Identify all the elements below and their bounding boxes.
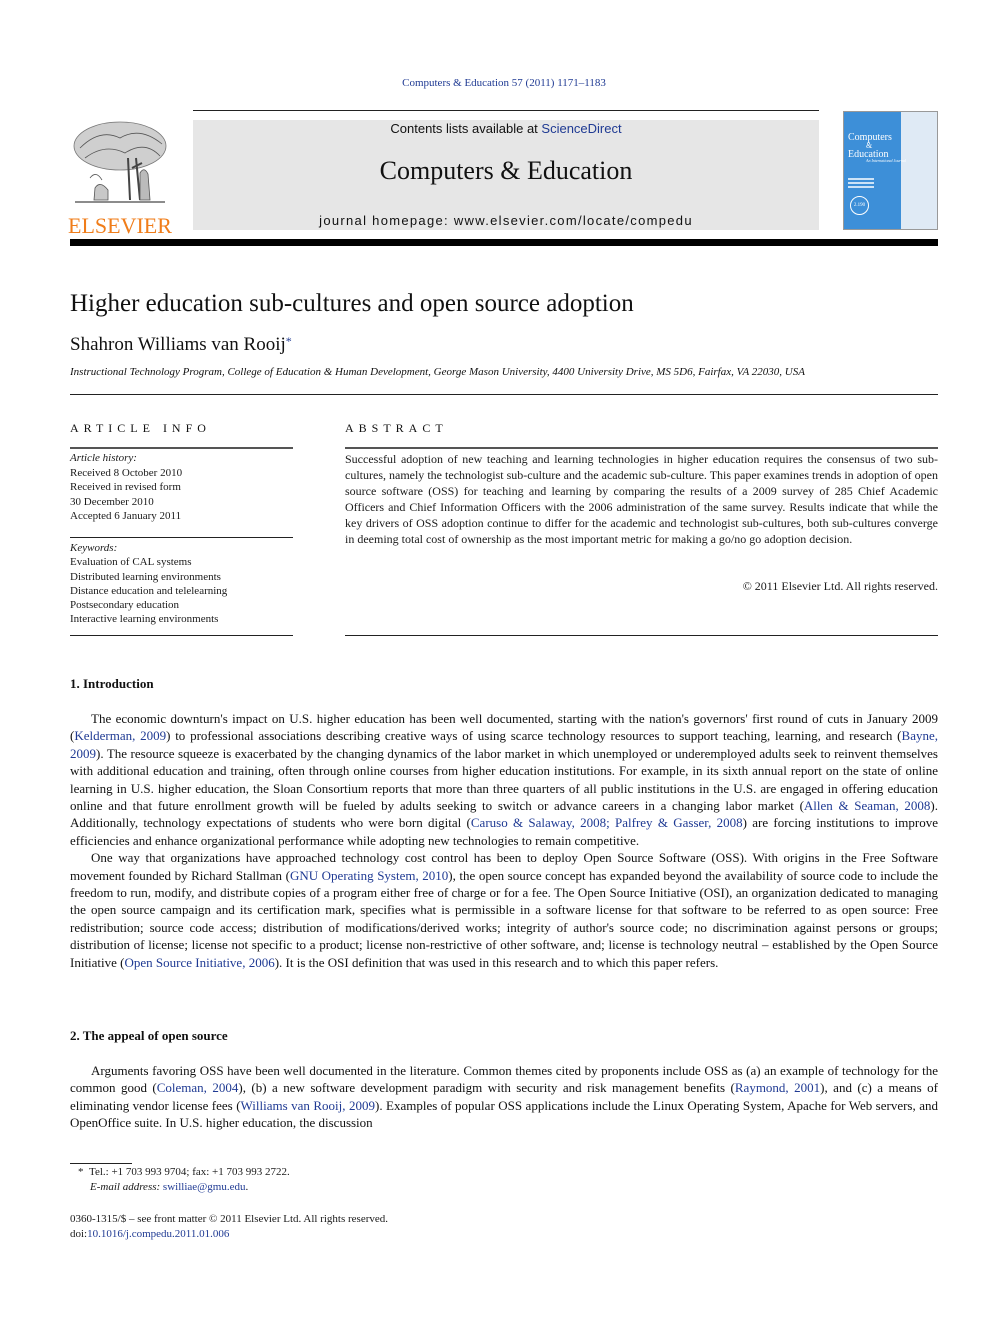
email-link[interactable]: swilliae@gmu.edu xyxy=(163,1181,246,1193)
abstract-copyright: © 2011 Elsevier Ltd. All rights reserved… xyxy=(742,579,938,593)
article-history-label: Article history: xyxy=(70,452,137,464)
journal-title: Computers & Education xyxy=(379,156,633,185)
keyword-item: Distance education and telelearning xyxy=(70,584,228,597)
sciencedirect-link[interactable]: ScienceDirect xyxy=(541,121,621,136)
author-footnote-mark[interactable]: * xyxy=(286,334,292,348)
citation-link[interactable]: Allen & Seaman, 2008 xyxy=(804,798,930,813)
homepage-prefix: journal homepage: xyxy=(319,213,454,228)
elsevier-logo[interactable]: ELSEVIER xyxy=(68,118,172,238)
text-run: ), (b) a new software development paradi… xyxy=(238,1080,735,1096)
citation-link[interactable]: Kelderman, 2009 xyxy=(74,728,166,743)
citation-link[interactable]: Williams van Rooij, 2009 xyxy=(241,1098,375,1113)
front-matter: 0360-1315/$ – see front matter © 2011 El… xyxy=(70,1212,388,1242)
keyword-item: Postsecondary education xyxy=(70,599,180,612)
history-entry: Received 8 October 2010 xyxy=(70,466,183,479)
elsevier-wordmark: ELSEVIER xyxy=(68,213,172,238)
citation-link[interactable]: Open Source Initiative, 2006 xyxy=(125,955,275,970)
section-heading-appeal: 2. The appeal of open source xyxy=(70,1028,228,1043)
article-history: Article history: Received 8 October 2010… xyxy=(70,451,293,524)
history-entry: 30 December 2010 xyxy=(70,495,154,508)
header-thick-rule xyxy=(70,239,938,246)
keyword-item: Evaluation of CAL systems xyxy=(70,556,192,569)
section-body-appeal: Arguments favoring OSS have been well do… xyxy=(70,1062,938,1132)
abstract-heading: ABSTRACT xyxy=(345,421,448,435)
citation-link[interactable]: Raymond, 2001 xyxy=(735,1080,820,1095)
keywords-label: Keywords: xyxy=(70,542,118,554)
homepage-line: journal homepage: www.elsevier.com/locat… xyxy=(193,213,819,228)
section-body-introduction: The economic downturn's impact on U.S. h… xyxy=(70,710,938,971)
author-name: Shahron Williams van Rooij xyxy=(70,334,286,355)
issn-line: 0360-1315/$ – see front matter © 2011 El… xyxy=(70,1213,389,1225)
paragraph: The economic downturn's impact on U.S. h… xyxy=(70,710,938,849)
article-info-heading: ARTICLE INFO xyxy=(70,421,211,435)
section-heading-introduction: 1. Introduction xyxy=(70,676,154,691)
paragraph: One way that organizations have approach… xyxy=(70,849,938,971)
paragraph: Arguments favoring OSS have been well do… xyxy=(70,1062,938,1132)
keyword-item: Distributed learning environments xyxy=(70,570,221,583)
contents-line: Contents lists available at ScienceDirec… xyxy=(193,121,819,136)
cover-editor-lines xyxy=(848,178,874,190)
author-footnote: * Tel.: +1 703 993 9704; fax: +1 703 993… xyxy=(78,1165,290,1195)
footnote-contact: * Tel.: +1 703 993 9704; fax: +1 703 993… xyxy=(78,1165,290,1180)
history-entry: Accepted 6 January 2011 xyxy=(70,510,182,522)
keyword-item: Interactive learning environments xyxy=(70,613,219,626)
email-label: E-mail address: xyxy=(90,1181,163,1193)
header-rule xyxy=(193,110,819,111)
footnote-mark: * xyxy=(78,1166,84,1178)
abstract-rule xyxy=(345,447,938,449)
cover-subtitle: An International Journal xyxy=(866,158,906,163)
article-title: Higher education sub-cultures and open s… xyxy=(70,290,634,317)
author-line: Shahron Williams van Rooij* xyxy=(70,334,292,356)
journal-cover-thumbnail[interactable]: Computers & Education An International J… xyxy=(843,111,938,230)
citation-link[interactable]: Caruso & Salaway, 2008; Palfrey & Gasser… xyxy=(471,815,743,830)
footnote-rule xyxy=(70,1163,132,1164)
footnote-phone: Tel.: +1 703 993 9704; fax: +1 703 993 2… xyxy=(89,1166,290,1178)
journal-citation-link[interactable]: Computers & Education 57 (2011) 1171–118… xyxy=(0,77,992,89)
doi-label: doi: xyxy=(70,1228,88,1240)
footnote-email-line: E-mail address: swilliae@gmu.edu. xyxy=(78,1180,290,1195)
history-rule xyxy=(70,537,293,538)
journal-masthead: Contents lists available at ScienceDirec… xyxy=(193,120,819,230)
abstract-text: Successful adoption of new teaching and … xyxy=(345,452,938,546)
abstract-end-rule xyxy=(345,635,938,636)
text-run: ). It is the OSI definition that was use… xyxy=(274,954,719,970)
contents-prefix: Contents lists available at xyxy=(390,121,542,136)
cover-title: Computers & Education xyxy=(848,132,892,160)
title-rule xyxy=(70,394,938,395)
article-info-rule xyxy=(70,447,293,449)
keywords: Keywords: Evaluation of CAL systems Dist… xyxy=(70,541,293,627)
cover-impact-badge: 2.190 xyxy=(850,196,869,215)
doi-line: doi:10.1016/j.compedu.2011.01.006 xyxy=(70,1227,388,1242)
citation-link[interactable]: Coleman, 2004 xyxy=(157,1080,239,1095)
keywords-rule xyxy=(70,635,293,636)
doi-link[interactable]: 10.1016/j.compedu.2011.01.006 xyxy=(87,1228,229,1240)
email-suffix: . xyxy=(245,1181,249,1193)
author-affiliation: Instructional Technology Program, Colleg… xyxy=(70,366,805,378)
elsevier-tree-icon xyxy=(73,121,167,203)
history-entry: Received in revised form xyxy=(70,481,181,493)
text-run: ) to professional associations describin… xyxy=(166,728,902,744)
citation-link[interactable]: GNU Operating System, 2010 xyxy=(290,868,448,883)
homepage-url-link[interactable]: www.elsevier.com/locate/compedu xyxy=(454,213,693,228)
